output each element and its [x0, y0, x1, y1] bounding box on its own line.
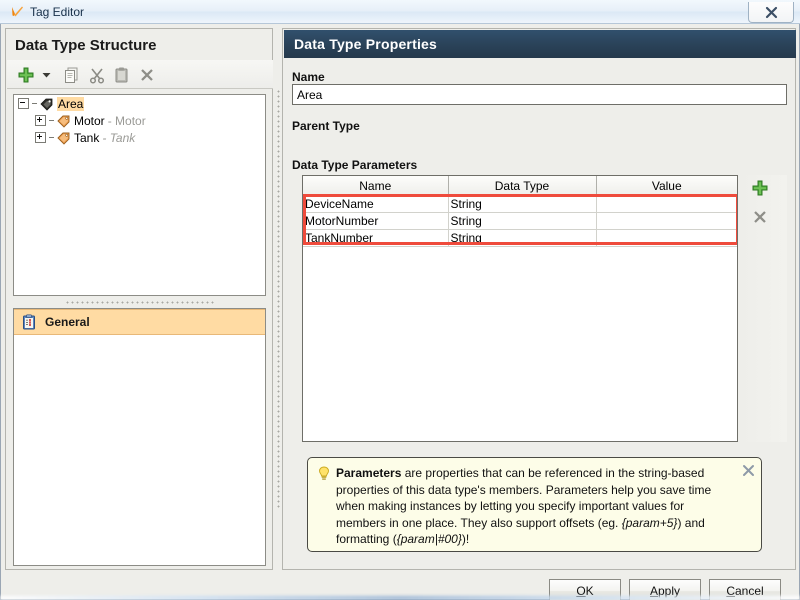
remove-parameter-button[interactable]: [748, 205, 772, 229]
category-item-label: General: [45, 315, 90, 329]
lightbulb-icon: [317, 466, 331, 482]
table-row[interactable]: DeviceName String: [303, 195, 737, 213]
category-item-general[interactable]: General: [14, 309, 265, 335]
properties-header-label: Data Type Properties: [294, 36, 438, 52]
cell-param-name[interactable]: MotorNumber: [303, 212, 449, 230]
category-list[interactable]: General: [13, 308, 266, 566]
tip-body-3: )!: [461, 532, 470, 546]
parameters-table-container[interactable]: Name Data Type Value DeviceName String M…: [302, 175, 738, 442]
close-window-button[interactable]: [748, 2, 794, 23]
plus-icon: [18, 67, 34, 83]
parent-type-label: Parent Type: [292, 119, 360, 133]
table-row[interactable]: TankNumber String: [303, 229, 737, 247]
column-header-name[interactable]: Name: [303, 176, 449, 196]
tip-close-button[interactable]: [741, 463, 755, 477]
title-bar: Tag Editor: [0, 0, 800, 24]
close-icon: [765, 6, 777, 18]
data-type-tree[interactable]: Area Motor - Motor Tank - Tank: [13, 94, 266, 296]
tag-icon: [56, 130, 72, 146]
delete-button[interactable]: [136, 64, 158, 86]
cell-param-name[interactable]: TankNumber: [303, 229, 449, 247]
tree-node-type: - Tank: [102, 130, 136, 145]
dialog-body: Data Type Structure Area Motor - Motor T…: [0, 24, 800, 600]
parameters-tip-box: Parameters are properties that can be re…: [307, 457, 762, 552]
cell-param-datatype[interactable]: String: [448, 229, 597, 247]
add-dropdown-button[interactable]: [40, 64, 52, 86]
plus-icon: [752, 180, 768, 196]
tree-node-label: Tank: [74, 130, 100, 145]
tip-code-1: {param+5}: [621, 515, 678, 530]
vertical-splitter[interactable]: [275, 28, 282, 570]
tree-line: [49, 120, 54, 121]
copy-icon: [65, 67, 78, 83]
cell-param-value[interactable]: [596, 212, 737, 230]
cell-param-name[interactable]: DeviceName: [303, 195, 449, 213]
name-input[interactable]: [292, 84, 787, 105]
data-type-structure-panel: Data Type Structure Area Motor - Motor T…: [5, 28, 273, 570]
window-title: Tag Editor: [30, 5, 85, 19]
tree-node-motor[interactable]: Motor - Motor: [14, 112, 265, 129]
close-icon: [742, 464, 754, 476]
window-bottom-glow: [0, 596, 800, 600]
tree-expander-area[interactable]: [18, 98, 29, 109]
tag-dark-icon: [39, 96, 55, 112]
paste-button[interactable]: [111, 64, 133, 86]
table-row[interactable]: MotorNumber String: [303, 212, 737, 230]
splitter-grip: [277, 89, 280, 509]
tree-node-type: - Motor: [107, 113, 146, 128]
tip-text: Parameters are properties that can be re…: [336, 465, 726, 548]
splitter-grip: [64, 301, 215, 304]
tree-node-label: Motor: [74, 113, 105, 128]
cell-param-datatype[interactable]: String: [448, 195, 597, 213]
tree-line: [49, 137, 54, 138]
name-label: Name: [292, 70, 325, 84]
data-type-structure-title: Data Type Structure: [15, 37, 157, 54]
tree-node-area[interactable]: Area: [14, 95, 265, 112]
table-header-row: Name Data Type Value: [303, 176, 737, 196]
cell-param-value[interactable]: [596, 195, 737, 213]
delete-x-icon: [141, 69, 153, 81]
tree-node-label: Area: [57, 96, 85, 111]
tree-node-tank[interactable]: Tank - Tank: [14, 129, 265, 146]
add-parameter-button[interactable]: [748, 176, 772, 200]
clipboard-properties-icon: [21, 314, 37, 330]
horizontal-splitter[interactable]: [13, 299, 266, 306]
tag-editor-icon: [9, 4, 25, 20]
column-header-data-type[interactable]: Data Type: [448, 176, 597, 196]
delete-x-icon: [754, 211, 766, 223]
properties-header: Data Type Properties: [284, 30, 796, 58]
scissors-icon: [89, 68, 105, 84]
chevron-down-icon: [42, 73, 50, 78]
structure-toolbar: [7, 60, 273, 89]
cut-button[interactable]: [86, 64, 108, 86]
add-button[interactable]: [15, 64, 37, 86]
data-type-parameters-label: Data Type Parameters: [292, 158, 418, 172]
tree-expander-tank[interactable]: [35, 132, 46, 143]
parameters-table-toolbar: [740, 175, 787, 442]
cell-param-datatype[interactable]: String: [448, 212, 597, 230]
tip-title: Parameters: [336, 466, 402, 480]
tree-line: [32, 103, 37, 104]
column-header-value[interactable]: Value: [596, 176, 737, 196]
clipboard-icon: [115, 67, 128, 83]
parameters-table: Name Data Type Value DeviceName String M…: [303, 176, 737, 247]
tree-expander-motor[interactable]: [35, 115, 46, 126]
tag-editor-dialog: Tag Editor Data Type Structure Area Moto…: [0, 0, 800, 600]
cell-param-value[interactable]: [596, 229, 737, 247]
tag-icon: [56, 113, 72, 129]
copy-button[interactable]: [61, 64, 83, 86]
data-type-properties-panel: Data Type Properties Name Parent Type Da…: [282, 28, 796, 570]
tip-code-2: {param|#00}: [396, 532, 462, 546]
